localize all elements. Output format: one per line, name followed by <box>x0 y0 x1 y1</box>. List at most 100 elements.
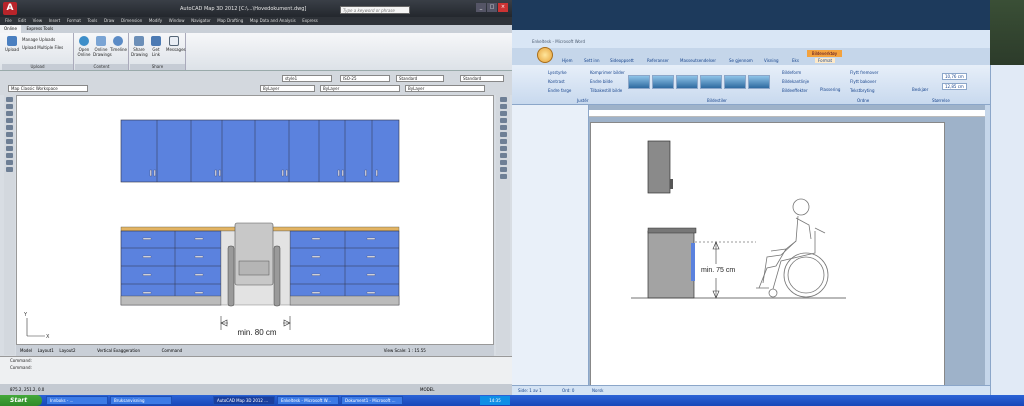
tab-sideoppsett[interactable]: Sideoppsett <box>610 58 634 63</box>
app-menu-icon[interactable]: A <box>3 2 17 15</box>
block-tool-icon[interactable] <box>6 153 13 158</box>
drawing-canvas[interactable]: Y X min. 80 cm <box>16 95 494 345</box>
lineweight-select[interactable]: ByLayer <box>405 85 485 92</box>
tab-model[interactable]: Model <box>20 345 32 356</box>
flytt-bakover-button[interactable]: Flytt bakover <box>850 79 876 84</box>
picture-style-6[interactable] <box>748 75 770 89</box>
tab-referanser[interactable]: Referanser <box>647 58 669 63</box>
messages-button[interactable]: Messages <box>166 36 186 52</box>
move-tool-icon[interactable] <box>499 132 507 137</box>
bildekantlinje-button[interactable]: Bildekantlinje <box>782 79 809 84</box>
close-button[interactable]: × <box>498 3 508 12</box>
menu-dimension[interactable]: Dimension <box>121 17 142 25</box>
table-style-select[interactable]: Standard <box>396 75 444 82</box>
polygon-tool-icon[interactable] <box>6 111 13 116</box>
text-style-select[interactable]: style1 <box>282 75 332 82</box>
menu-draw[interactable]: Draw <box>104 17 114 25</box>
flytt-fremover-button[interactable]: Flytt fremover <box>850 70 878 75</box>
minimize-button[interactable]: _ <box>476 3 486 12</box>
erase-tool-icon[interactable] <box>499 97 507 102</box>
menu-format[interactable]: Format <box>67 17 81 25</box>
copy-tool-icon[interactable] <box>499 104 507 109</box>
endre-bilde-button[interactable]: Endre bilde <box>590 79 613 84</box>
picture-style-1[interactable] <box>628 75 650 89</box>
open-online-button[interactable]: Open Online <box>76 36 92 57</box>
document-page[interactable]: min. 75 cm <box>590 122 945 387</box>
fillet-tool-icon[interactable] <box>499 174 507 179</box>
menu-window[interactable]: Window <box>169 17 185 25</box>
offset-tool-icon[interactable] <box>499 118 507 123</box>
menu-map-data[interactable]: Map Data and Analysis <box>250 17 296 25</box>
tekstbryting-button[interactable]: Tekstbryting <box>850 88 875 93</box>
menu-express[interactable]: Express <box>302 17 318 25</box>
view-scale[interactable]: View Scale: 1 : 15.55 <box>384 345 426 356</box>
manage-uploads-button[interactable]: Manage Uploads <box>22 37 55 42</box>
stretch-tool-icon[interactable] <box>499 153 507 158</box>
maximize-button[interactable]: □ <box>487 3 497 12</box>
workspace-select[interactable]: Map Classic Workspace <box>8 85 88 92</box>
taskbar-item[interactable]: Enkeltesk - Microsoft W... <box>277 396 339 405</box>
online-drawings-button[interactable]: Online Drawings <box>93 36 112 57</box>
vertical-exaggeration[interactable]: Vertical Exaggeration <box>97 345 140 356</box>
tab-se-gjennom[interactable]: Se gjennom <box>729 58 753 63</box>
rotate-tool-icon[interactable] <box>499 139 507 144</box>
menu-tools[interactable]: Tools <box>88 17 98 25</box>
language[interactable]: Norsk <box>592 388 603 393</box>
taskbar-item[interactable]: Dokument1 - Microsoft ... <box>341 396 403 405</box>
hatch-tool-icon[interactable] <box>6 160 13 165</box>
menu-edit[interactable]: Edit <box>18 17 26 25</box>
beskjaer-button[interactable]: Beskjær <box>912 87 928 92</box>
tab-online[interactable]: Online <box>0 25 21 33</box>
tab-sett-inn[interactable]: Sett inn <box>584 58 600 63</box>
kontrast-button[interactable]: Kontrast <box>548 79 565 84</box>
tab-express-tools[interactable]: Express Tools <box>23 25 58 33</box>
tab-layout1[interactable]: Layout1 <box>38 345 54 356</box>
get-link-button[interactable]: Get Link <box>148 36 164 57</box>
height-field[interactable]: 10,76 cm <box>942 73 967 80</box>
taskbar-item[interactable]: Bruksanvisning <box>110 396 172 405</box>
upload-multiple-button[interactable]: Upload Multiple Files <box>22 45 63 50</box>
endre-farge-button[interactable]: Endre farge <box>548 88 571 93</box>
command-line[interactable]: Command: Command: <box>0 356 512 384</box>
circle-tool-icon[interactable] <box>6 132 13 137</box>
picture-style-4[interactable] <box>700 75 722 89</box>
menu-view[interactable]: View <box>33 17 43 25</box>
color-select[interactable]: ByLayer <box>260 85 315 92</box>
taskbar-item[interactable]: AutoCAD Map 3D 2012 ... <box>213 396 275 405</box>
extend-tool-icon[interactable] <box>499 167 507 172</box>
menu-navigator[interactable]: Navigator <box>191 17 211 25</box>
picture-style-2[interactable] <box>652 75 674 89</box>
mleader-style-select[interactable]: Standard <box>460 75 504 82</box>
arc-tool-icon[interactable] <box>6 125 13 130</box>
text-tool-icon[interactable] <box>6 167 13 172</box>
komprimer-bilder-button[interactable]: Komprimer bilder <box>590 70 625 75</box>
share-drawing-button[interactable]: Share Drawing <box>131 36 148 57</box>
ellipse-tool-icon[interactable] <box>6 146 13 151</box>
scale-tool-icon[interactable] <box>499 146 507 151</box>
line-tool-icon[interactable] <box>6 97 13 102</box>
bildeform-button[interactable]: Bildeform <box>782 70 801 75</box>
upload-button[interactable]: Upload <box>5 36 19 52</box>
menu-modify[interactable]: Modify <box>149 17 162 25</box>
linetype-select[interactable]: ByLayer <box>320 85 400 92</box>
dim-style-select[interactable]: ISO-25 <box>340 75 390 82</box>
tab-eks[interactable]: Eks <box>792 58 799 63</box>
menu-file[interactable]: File <box>5 17 12 25</box>
trim-tool-icon[interactable] <box>499 160 507 165</box>
width-field[interactable]: 12,85 cm <box>942 83 967 90</box>
tab-visning[interactable]: Visning <box>764 58 779 63</box>
rectangle-tool-icon[interactable] <box>6 118 13 123</box>
menu-insert[interactable]: Insert <box>49 17 60 25</box>
picture-style-5[interactable] <box>724 75 746 89</box>
tab-masseutsendelser[interactable]: Masseutsendelser <box>680 58 716 63</box>
model-toggle[interactable]: MODEL <box>420 387 434 392</box>
navigation-pane[interactable] <box>512 105 589 385</box>
spline-tool-icon[interactable] <box>6 139 13 144</box>
picture-style-3[interactable] <box>676 75 698 89</box>
lysstyrke-button[interactable]: Lysstyrke <box>548 70 567 75</box>
timeline-button[interactable]: Timeline <box>110 36 127 52</box>
bildeeffekter-button[interactable]: Bildeeffekter <box>782 88 808 93</box>
mirror-tool-icon[interactable] <box>499 111 507 116</box>
start-button[interactable]: Start <box>0 395 42 406</box>
task-pane[interactable] <box>990 65 1024 395</box>
